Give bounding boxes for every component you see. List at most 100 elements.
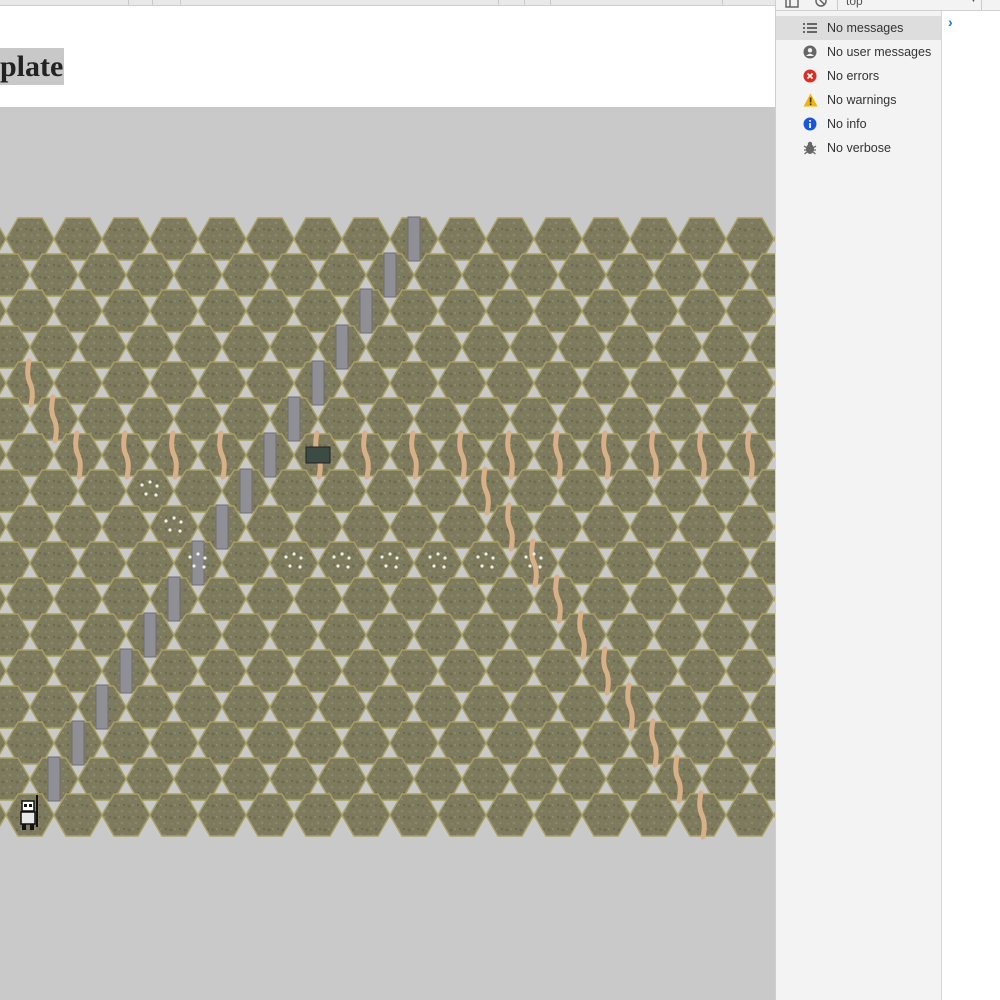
flower-patch bbox=[203, 556, 207, 560]
flower-patch bbox=[436, 552, 440, 556]
filter-info[interactable]: No info bbox=[776, 112, 941, 136]
skeleton-unit-icon[interactable] bbox=[20, 795, 38, 830]
toolbar-separator bbox=[722, 0, 723, 5]
leg bbox=[30, 824, 34, 830]
flower-patch bbox=[532, 552, 536, 556]
context-select[interactable]: top bbox=[846, 0, 863, 8]
filter-label: No info bbox=[827, 117, 867, 131]
hex-map[interactable] bbox=[0, 107, 775, 1000]
road-segment bbox=[311, 360, 325, 406]
info-icon bbox=[802, 116, 818, 132]
flower-patch bbox=[346, 565, 350, 569]
flower-patch bbox=[299, 556, 303, 560]
filter-label: No errors bbox=[827, 69, 880, 83]
flower-patch bbox=[480, 564, 484, 568]
devtools-toolbar: top ▼ bbox=[776, 0, 1000, 11]
flower-patch bbox=[144, 492, 148, 496]
road-segment bbox=[239, 468, 253, 514]
flower-patch bbox=[178, 529, 182, 533]
toolbar-separator bbox=[180, 0, 181, 5]
clear-console-icon[interactable] bbox=[814, 0, 828, 8]
body bbox=[20, 811, 36, 825]
top-toolbar bbox=[0, 0, 775, 6]
road-segment bbox=[119, 648, 133, 694]
toolbar-separator bbox=[981, 0, 982, 10]
game-canvas[interactable] bbox=[0, 107, 775, 1000]
flower-patch bbox=[284, 555, 288, 559]
flower-patch bbox=[442, 565, 446, 569]
console-sidebar: No messages No user messages No errors N… bbox=[776, 11, 942, 1000]
road-segment bbox=[359, 288, 373, 334]
flower-patch bbox=[380, 555, 384, 559]
flower-patch bbox=[484, 552, 488, 556]
eye bbox=[29, 804, 32, 807]
user-icon bbox=[802, 44, 818, 60]
flower-patch bbox=[539, 556, 543, 560]
flower-patch bbox=[202, 565, 206, 569]
flower-patch bbox=[384, 564, 388, 568]
filter-errors[interactable]: No errors bbox=[776, 64, 941, 88]
road-segment bbox=[383, 252, 397, 298]
flower-patch bbox=[340, 552, 344, 556]
flower-patch bbox=[432, 564, 436, 568]
flower-patch bbox=[490, 565, 494, 569]
filter-label: No verbose bbox=[827, 141, 891, 155]
flower-patch bbox=[394, 565, 398, 569]
flower-patch bbox=[179, 520, 183, 524]
toolbar-separator bbox=[152, 0, 153, 5]
flower-patch bbox=[388, 552, 392, 556]
sign-marker bbox=[305, 446, 331, 464]
flower-patch bbox=[443, 556, 447, 560]
road-segment bbox=[215, 504, 229, 550]
road-segment bbox=[167, 576, 181, 622]
road-segment bbox=[407, 216, 421, 262]
road-segment bbox=[143, 612, 157, 658]
flower-patch bbox=[188, 555, 192, 559]
flower-patch bbox=[395, 556, 399, 560]
road-segment bbox=[335, 324, 349, 370]
eye bbox=[24, 804, 27, 807]
flower-patch bbox=[154, 493, 158, 497]
flower-patch bbox=[332, 555, 336, 559]
flower-patch bbox=[292, 552, 296, 556]
road-segment bbox=[263, 432, 277, 478]
toolbar-separator bbox=[837, 0, 838, 10]
list-icon bbox=[802, 20, 818, 36]
chevron-down-icon[interactable]: ▼ bbox=[969, 0, 978, 4]
flower-patch bbox=[172, 516, 176, 520]
flower-patch bbox=[196, 552, 200, 556]
hex-tiles bbox=[0, 217, 775, 837]
filter-user-messages[interactable]: No user messages bbox=[776, 40, 941, 64]
sidebar-toggle-icon[interactable] bbox=[785, 0, 799, 8]
flower-patch bbox=[347, 556, 351, 560]
flower-patch bbox=[168, 528, 172, 532]
toolbar-separator bbox=[128, 0, 129, 5]
flower-patch bbox=[538, 565, 542, 569]
flower-patch bbox=[491, 556, 495, 560]
flower-patch bbox=[298, 565, 302, 569]
filter-warnings[interactable]: No warnings bbox=[776, 88, 941, 112]
road-segment bbox=[71, 720, 85, 766]
console-prompt-chevron-icon[interactable]: › bbox=[948, 14, 953, 30]
road-segment bbox=[191, 540, 205, 586]
flower-patch bbox=[476, 555, 480, 559]
flower-patch bbox=[336, 564, 340, 568]
skull bbox=[21, 800, 35, 812]
filter-messages[interactable]: No messages bbox=[776, 16, 941, 40]
devtools-panel: top ▼ No messages No user messages No er… bbox=[775, 0, 1000, 1000]
flower-patch bbox=[164, 519, 168, 523]
flower-patch bbox=[288, 564, 292, 568]
page-title: plate bbox=[0, 48, 65, 85]
toolbar-separator bbox=[550, 0, 551, 5]
warning-icon bbox=[802, 92, 818, 108]
filter-label: No messages bbox=[827, 21, 904, 35]
flower-patch bbox=[140, 483, 144, 487]
page-viewport: plate bbox=[0, 0, 775, 1000]
leg bbox=[22, 824, 26, 830]
filter-label: No warnings bbox=[827, 93, 897, 107]
filter-verbose[interactable]: No verbose bbox=[776, 136, 941, 160]
flower-patch bbox=[524, 555, 528, 559]
toolbar-separator bbox=[498, 0, 499, 5]
road-segment bbox=[95, 684, 109, 730]
flower-patch bbox=[428, 555, 432, 559]
